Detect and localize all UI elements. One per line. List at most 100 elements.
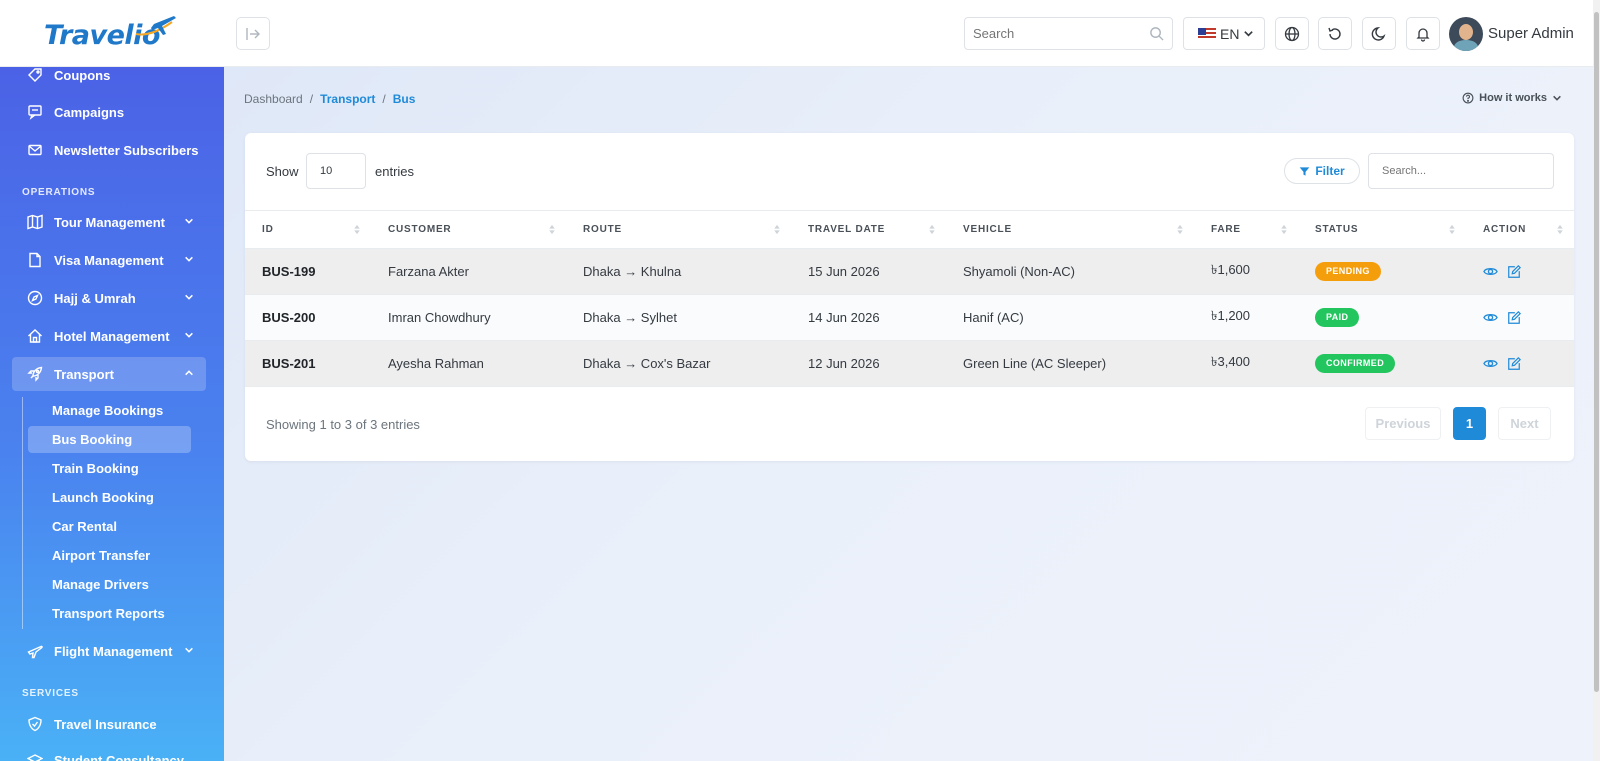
sidebar-item-label: Coupons xyxy=(54,67,111,83)
breadcrumb-dashboard[interactable]: Dashboard xyxy=(244,92,303,106)
pagination-previous-button[interactable]: Previous xyxy=(1365,407,1441,440)
column-header-travel-date[interactable]: TRAVEL DATE xyxy=(791,210,946,249)
sidebar-item-coupons[interactable]: Coupons xyxy=(12,67,206,92)
refresh-icon xyxy=(1328,27,1341,40)
table-search-input[interactable] xyxy=(1369,154,1539,188)
sidebar-item-travel-insurance[interactable]: Travel Insurance xyxy=(12,707,206,741)
sort-icon xyxy=(1177,224,1183,235)
sidebar-item-label: Hajj & Umrah xyxy=(54,290,136,306)
search-icon[interactable] xyxy=(1149,26,1164,41)
sidebar-item-label: Travel Insurance xyxy=(54,716,157,732)
filter-button[interactable]: Filter xyxy=(1284,158,1360,184)
sidebar-item-flight-management[interactable]: Flight Management xyxy=(12,634,206,668)
edit-icon[interactable] xyxy=(1507,310,1521,325)
eye-icon[interactable] xyxy=(1483,264,1498,279)
pagination-next-button[interactable]: Next xyxy=(1498,407,1551,440)
eye-icon[interactable] xyxy=(1483,356,1498,371)
plane-icon xyxy=(26,642,44,660)
column-header-action[interactable]: ACTION xyxy=(1466,210,1574,249)
edit-icon[interactable] xyxy=(1507,356,1521,371)
page-scrollbar[interactable] xyxy=(1593,0,1600,761)
column-header-customer[interactable]: CUSTOMER xyxy=(371,210,566,249)
cell-fare: ৳1,600 xyxy=(1194,248,1298,295)
theme-toggle-button[interactable] xyxy=(1362,17,1396,50)
collapse-sidebar-icon xyxy=(246,27,260,40)
sidebar-subitem-train-booking[interactable]: Train Booking xyxy=(28,455,191,482)
sidebar-item-campaigns[interactable]: Campaigns xyxy=(12,95,206,129)
edit-icon[interactable] xyxy=(1507,264,1521,279)
chevron-down-icon xyxy=(185,256,193,262)
sidebar-subitem-transport-reports[interactable]: Transport Reports xyxy=(28,600,191,627)
cell-vehicle: Shyamoli (Non-AC) xyxy=(946,248,1194,295)
how-it-works-button[interactable]: How it works xyxy=(1462,92,1562,104)
map-icon xyxy=(26,213,44,231)
sort-icon xyxy=(1557,224,1563,235)
column-header-id[interactable]: ID xyxy=(245,210,371,249)
filter-icon xyxy=(1300,166,1310,176)
header-search-input[interactable] xyxy=(965,18,1135,49)
breadcrumb: Dashboard / Transport / Bus xyxy=(244,92,415,106)
cell-route: Dhaka → Sylhet xyxy=(566,294,791,341)
cell-travel-date: 12 Jun 2026 xyxy=(791,340,946,387)
chevron-down-icon xyxy=(1244,31,1254,37)
column-header-route[interactable]: ROUTE xyxy=(566,210,791,249)
notifications-button[interactable] xyxy=(1406,17,1440,50)
table-header-row: ID CUSTOMER ROUTE TRAVEL DATE VEHICLE FA… xyxy=(245,210,1574,249)
cell-customer: Farzana Akter xyxy=(371,248,566,295)
sidebar-item-transport[interactable]: Transport xyxy=(12,357,206,391)
user-name[interactable]: Super Admin xyxy=(1488,25,1574,42)
sidebar-item-visa-management[interactable]: Visa Management xyxy=(12,243,206,277)
page-size-select[interactable]: 10 xyxy=(306,153,366,189)
sidebar-item-newsletter-subscribers[interactable]: Newsletter Subscribers xyxy=(12,133,206,167)
scrollbar-thumb[interactable] xyxy=(1594,12,1599,692)
eye-icon[interactable] xyxy=(1483,310,1498,325)
cell-id: BUS-201 xyxy=(245,340,371,387)
bus-bookings-card: Show 10 entries Filter ID CUSTOMER ROUTE… xyxy=(245,133,1574,461)
sort-icon xyxy=(929,224,935,235)
refresh-button[interactable] xyxy=(1318,17,1352,50)
moon-icon xyxy=(1371,26,1386,41)
sidebar-subitem-manage-drivers[interactable]: Manage Drivers xyxy=(28,571,191,598)
sort-icon xyxy=(1281,224,1287,235)
help-circle-icon xyxy=(1462,92,1474,104)
top-header: Travelio EN xyxy=(0,0,1600,67)
sidebar-subitem-manage-bookings[interactable]: Manage Bookings xyxy=(28,397,191,424)
pagination-page-button[interactable]: 1 xyxy=(1453,407,1486,440)
sidebar-item-tour-management[interactable]: Tour Management xyxy=(12,205,206,239)
home-icon xyxy=(26,327,44,345)
language-label: EN xyxy=(1220,25,1240,42)
cell-fare: ৳1,200 xyxy=(1194,294,1298,341)
sidebar-subitem-bus-booking[interactable]: Bus Booking xyxy=(28,426,191,453)
tag-icon xyxy=(26,67,44,84)
sidebar-item-label: Tour Management xyxy=(54,214,165,230)
column-header-fare[interactable]: FARE xyxy=(1194,210,1298,249)
globe-button[interactable] xyxy=(1275,17,1309,50)
compass-icon xyxy=(26,289,44,307)
us-flag-icon xyxy=(1198,27,1216,40)
brand-logo[interactable]: Travelio xyxy=(44,12,179,54)
sidebar-item-label: Flight Management xyxy=(54,643,173,659)
sidebar-item-student-consultancy[interactable]: Student Consultancy xyxy=(12,743,206,761)
sidebar-item-hotel-management[interactable]: Hotel Management xyxy=(12,319,206,353)
pagination-summary: Showing 1 to 3 of 3 entries xyxy=(266,417,420,432)
sidebar-item-label: Hotel Management xyxy=(54,328,170,344)
filter-label: Filter xyxy=(1315,164,1345,178)
column-header-vehicle[interactable]: VEHICLE xyxy=(946,210,1194,249)
chevron-down-icon xyxy=(185,218,193,224)
chevron-up-icon xyxy=(185,370,193,376)
column-header-status[interactable]: STATUS xyxy=(1298,210,1466,249)
table-row: BUS-200 Imran Chowdhury Dhaka → Sylhet 1… xyxy=(245,294,1574,341)
chevron-down-icon xyxy=(185,294,193,300)
cell-status: PAID xyxy=(1298,294,1466,341)
sidebar-item-hajj-umrah[interactable]: Hajj & Umrah xyxy=(12,281,206,315)
sidebar-subitem-airport-transfer[interactable]: Airport Transfer xyxy=(28,542,191,569)
breadcrumb-separator: / xyxy=(309,92,314,106)
sidebar-subitem-launch-booking[interactable]: Launch Booking xyxy=(28,484,191,511)
show-label: Show xyxy=(266,164,299,179)
sidebar-item-label: Student Consultancy xyxy=(54,752,185,761)
sidebar-subitem-car-rental[interactable]: Car Rental xyxy=(28,513,191,540)
sidebar-toggle-button[interactable] xyxy=(236,17,270,50)
breadcrumb-transport[interactable]: Transport xyxy=(320,92,375,106)
language-selector[interactable]: EN xyxy=(1183,17,1265,50)
user-avatar[interactable] xyxy=(1449,17,1483,51)
